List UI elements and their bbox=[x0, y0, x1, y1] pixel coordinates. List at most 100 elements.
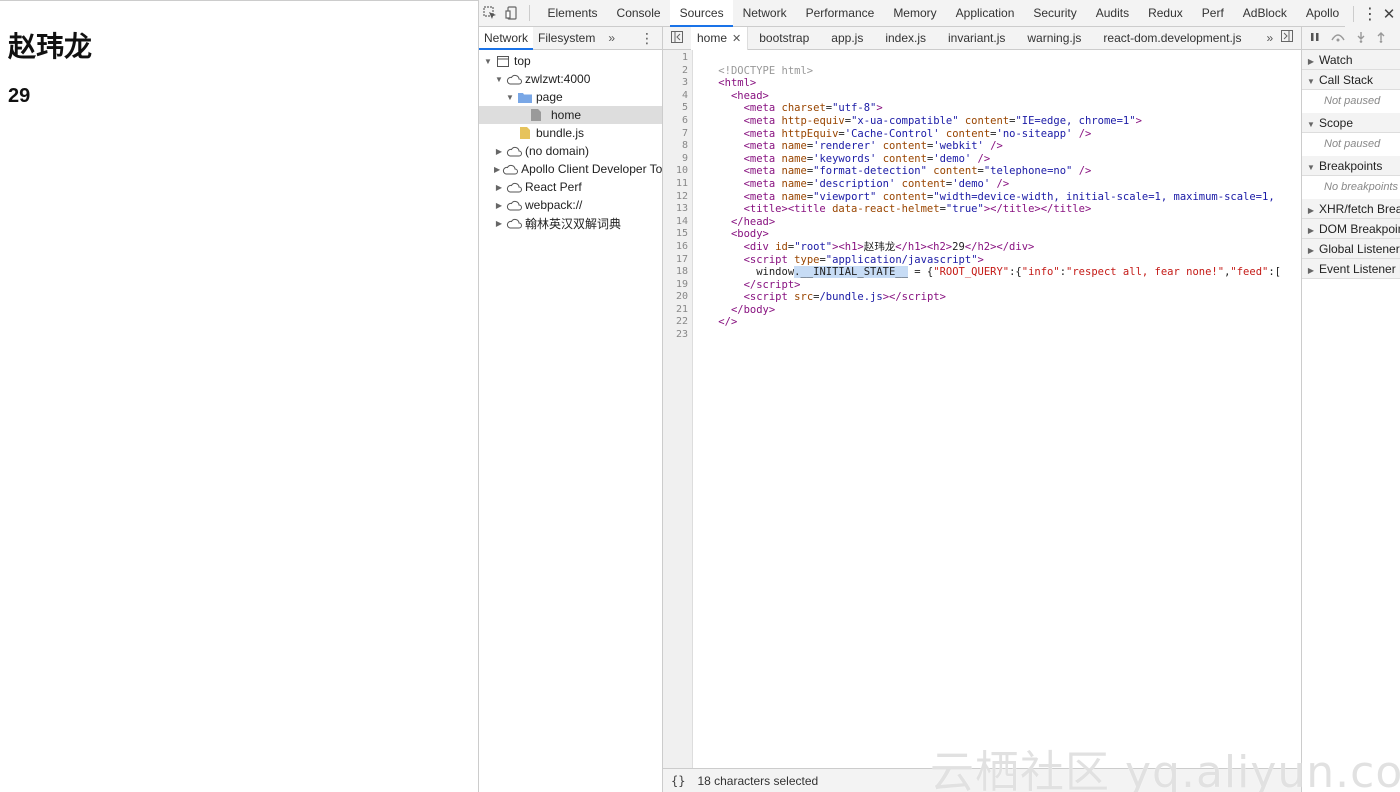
file-tree: ▼ top ▼ zwlzwt:4000 ▼ page home bundle.js ▶ (no d… bbox=[479, 50, 662, 232]
line-number[interactable]: 1 bbox=[663, 52, 692, 65]
close-tab-icon[interactable]: ✕ bbox=[732, 33, 741, 45]
code-line: <meta name="viewport" content="width=dev… bbox=[743, 190, 1275, 203]
main-tab-performance[interactable]: Performance bbox=[796, 0, 884, 27]
collapsed-arrow-icon[interactable]: ▶ bbox=[494, 165, 500, 174]
sidebar-section-header[interactable]: ▼ Scope bbox=[1302, 113, 1400, 133]
tree-item[interactable]: bundle.js bbox=[479, 124, 662, 142]
sidebar-section-header[interactable]: ▶ XHR/fetch Breakpoints bbox=[1302, 199, 1400, 219]
tree-item[interactable]: ▼ page bbox=[479, 88, 662, 106]
main-tab-security[interactable]: Security bbox=[1024, 0, 1086, 27]
line-number[interactable]: 7 bbox=[663, 128, 692, 141]
line-number[interactable]: 10 bbox=[663, 165, 692, 178]
line-number[interactable]: 11 bbox=[663, 178, 692, 191]
main-tab-elements[interactable]: Elements bbox=[538, 0, 607, 27]
line-number[interactable]: 18 bbox=[663, 266, 692, 279]
line-number[interactable]: 8 bbox=[663, 140, 692, 153]
editor-tab[interactable]: invariant.js bbox=[937, 27, 1016, 50]
editor-tab[interactable]: index.js bbox=[874, 27, 937, 50]
collapsed-arrow-icon[interactable]: ▶ bbox=[494, 183, 504, 192]
editor-more-tabs-icon[interactable]: » bbox=[1252, 31, 1281, 45]
pause-icon[interactable] bbox=[1310, 31, 1320, 45]
tree-item-label: top bbox=[514, 54, 531, 68]
device-toolbar-icon[interactable] bbox=[501, 0, 523, 27]
line-number[interactable]: 2 bbox=[663, 65, 692, 78]
line-number[interactable]: 5 bbox=[663, 102, 692, 115]
collapsed-arrow-icon[interactable]: ▶ bbox=[494, 219, 504, 228]
expanded-arrow-icon[interactable]: ▼ bbox=[483, 57, 493, 66]
collapsed-arrow-icon[interactable]: ▶ bbox=[494, 201, 504, 210]
main-tab-console[interactable]: Console bbox=[607, 0, 670, 27]
editor-tab[interactable]: warning.js bbox=[1016, 27, 1092, 50]
line-number[interactable]: 19 bbox=[663, 279, 692, 292]
code-line: <meta name='keywords' content='demo' /> bbox=[743, 152, 991, 165]
line-number[interactable]: 17 bbox=[663, 254, 692, 267]
main-tab-network[interactable]: Network bbox=[733, 0, 796, 27]
close-devtools-icon[interactable]: ✕ bbox=[1378, 5, 1400, 23]
navigator-more-tabs-icon[interactable]: » bbox=[600, 31, 623, 45]
navigator-tab-network[interactable]: Network bbox=[479, 26, 534, 50]
step-over-icon[interactable] bbox=[1330, 31, 1346, 45]
editor-tab[interactable]: home ✕ bbox=[691, 26, 749, 50]
sidebar-section-header[interactable]: ▶ Global Listeners bbox=[1302, 239, 1400, 259]
editor-tab[interactable]: bootstrap bbox=[748, 27, 820, 50]
sidebar-section-label: Breakpoints bbox=[1319, 159, 1383, 173]
step-out-icon[interactable] bbox=[1376, 31, 1386, 46]
tree-item[interactable]: ▶ 翰林英汉双解词典 bbox=[479, 214, 662, 232]
step-into-icon[interactable] bbox=[1356, 31, 1366, 46]
code-area[interactable]: 1 2 3 4 5 6 7 8 9 10 11 12 13 14 15 16 17 18 19 20 21 22 23 <!… bbox=[663, 50, 1301, 768]
sidebar-section-body: Not paused bbox=[1324, 95, 1381, 107]
line-number[interactable]: 13 bbox=[663, 203, 692, 216]
collapsed-arrow-icon[interactable]: ▶ bbox=[494, 147, 504, 156]
js-file-icon bbox=[517, 127, 533, 139]
sidebar-section-header[interactable]: ▶ Watch bbox=[1302, 50, 1400, 70]
line-number[interactable]: 16 bbox=[663, 241, 692, 254]
toggle-navigator-icon[interactable] bbox=[663, 30, 691, 46]
sidebar-section-header[interactable]: ▶ DOM Breakpoints bbox=[1302, 219, 1400, 239]
tree-item[interactable]: ▶ React Perf bbox=[479, 178, 662, 196]
tree-item[interactable]: ▶ (no domain) bbox=[479, 142, 662, 160]
main-tab-audits[interactable]: Audits bbox=[1086, 0, 1138, 27]
more-options-icon[interactable]: ⋮ bbox=[1362, 4, 1378, 24]
line-number[interactable]: 3 bbox=[663, 77, 692, 90]
line-number[interactable]: 12 bbox=[663, 191, 692, 204]
line-number[interactable]: 23 bbox=[663, 329, 692, 342]
line-number[interactable]: 21 bbox=[663, 304, 692, 317]
code-line: </head> bbox=[730, 215, 776, 228]
toggle-debugger-icon[interactable] bbox=[1281, 27, 1293, 50]
sidebar-section-header[interactable]: ▼ Breakpoints bbox=[1302, 156, 1400, 176]
line-number[interactable]: 20 bbox=[663, 291, 692, 304]
tree-item[interactable]: ▶ webpack:// bbox=[479, 196, 662, 214]
editor-tab[interactable]: app.js bbox=[820, 27, 874, 50]
sidebar-section-header[interactable]: ▶ Event Listener Breakpoints bbox=[1302, 259, 1400, 279]
line-number[interactable]: 15 bbox=[663, 228, 692, 241]
line-number[interactable]: 22 bbox=[663, 316, 692, 329]
code-line: <!DOCTYPE html> bbox=[718, 64, 814, 77]
expanded-arrow-icon[interactable]: ▼ bbox=[494, 75, 504, 84]
inspect-element-icon[interactable] bbox=[479, 0, 501, 27]
main-tab-apollo[interactable]: Apollo bbox=[1296, 0, 1348, 27]
main-tab-memory[interactable]: Memory bbox=[884, 0, 946, 27]
pretty-print-icon[interactable]: {} bbox=[671, 774, 685, 788]
main-tab-redux[interactable]: Redux bbox=[1139, 0, 1193, 27]
expanded-arrow-icon[interactable]: ▼ bbox=[505, 93, 515, 102]
main-tab-adblock[interactable]: AdBlock bbox=[1233, 0, 1296, 27]
line-number[interactable]: 6 bbox=[663, 115, 692, 128]
editor-tab[interactable]: react-dom.development.js bbox=[1092, 27, 1252, 50]
line-number[interactable]: 9 bbox=[663, 153, 692, 166]
code-lines[interactable]: <!DOCTYPE html> <html> <head> <meta char… bbox=[693, 50, 1301, 768]
sidebar-section-header[interactable]: ▼ Call Stack bbox=[1302, 70, 1400, 90]
tree-item[interactable]: ▼ top bbox=[479, 52, 662, 70]
main-tab-application[interactable]: Application bbox=[946, 0, 1024, 27]
line-number[interactable]: 4 bbox=[663, 90, 692, 103]
cloud-icon bbox=[506, 181, 522, 193]
sidebar-section-body: Not paused bbox=[1324, 138, 1381, 150]
code-line: </> bbox=[718, 316, 738, 329]
main-tab-perf[interactable]: Perf bbox=[1192, 0, 1233, 27]
tree-item[interactable]: ▼ zwlzwt:4000 bbox=[479, 70, 662, 88]
main-tab-sources[interactable]: Sources bbox=[670, 0, 734, 27]
line-number[interactable]: 14 bbox=[663, 216, 692, 229]
navigator-tab-filesystem[interactable]: Filesystem bbox=[533, 27, 600, 50]
tree-item[interactable]: ▶ Apollo Client Developer Tools bbox=[479, 160, 662, 178]
navigator-menu-icon[interactable]: ⋮ bbox=[640, 27, 654, 50]
tree-item[interactable]: home bbox=[479, 106, 662, 124]
